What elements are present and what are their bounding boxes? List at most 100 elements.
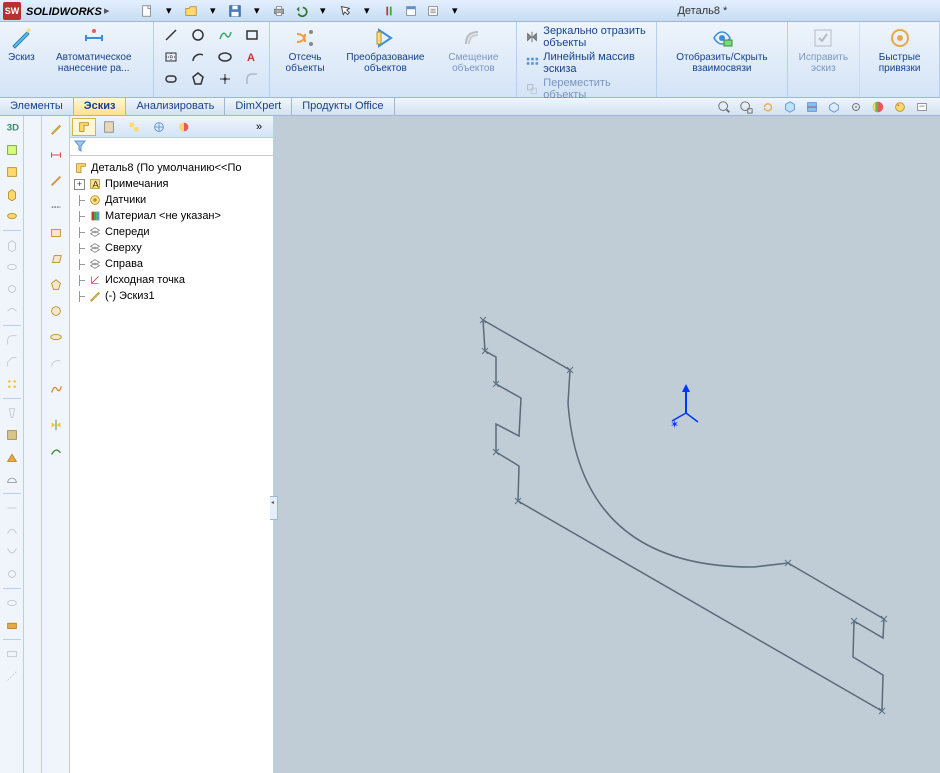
undo-dropdown[interactable]: ▾ [313, 2, 333, 20]
print-icon[interactable] [269, 2, 289, 20]
rotate-icon[interactable] [758, 99, 778, 115]
pattern-icon[interactable] [2, 374, 22, 394]
open-file-icon[interactable] [181, 2, 201, 20]
refgeom-icon[interactable] [2, 615, 22, 635]
draft-icon[interactable] [2, 403, 22, 423]
tab-analyze[interactable]: Анализировать [126, 98, 225, 115]
hide-show-icon[interactable] [846, 99, 866, 115]
tree-tab-property[interactable] [97, 118, 121, 136]
tree-origin[interactable]: Исходная точка [72, 272, 271, 288]
app-menu-dropdown[interactable]: ▸ [102, 0, 112, 22]
move-button[interactable]: Переместить объекты [521, 76, 652, 102]
view-cube-icon[interactable] [780, 99, 800, 115]
line-icon[interactable] [45, 170, 67, 192]
properties-dropdown[interactable]: ▾ [445, 2, 465, 20]
display-style-icon[interactable] [824, 99, 844, 115]
tree-plane-top[interactable]: Сверху [72, 240, 271, 256]
mirror-entities-icon[interactable] [45, 414, 67, 436]
filter-icon[interactable] [72, 138, 88, 154]
select-dropdown[interactable]: ▾ [357, 2, 377, 20]
zoom-area-icon[interactable] [736, 99, 756, 115]
rebuild-icon[interactable] [379, 2, 399, 20]
select-icon[interactable] [335, 2, 355, 20]
save-icon[interactable] [225, 2, 245, 20]
graphics-viewport[interactable]: ✶ [274, 116, 940, 773]
centerline-icon[interactable] [45, 196, 67, 218]
plane-icon[interactable] [2, 644, 22, 664]
open-dropdown[interactable]: ▾ [203, 2, 223, 20]
undo-icon[interactable] [291, 2, 311, 20]
new-dropdown[interactable]: ▾ [159, 2, 179, 20]
axis-icon[interactable] [2, 666, 22, 686]
show-hide-relations-button[interactable]: Отобразить/Скрыть взаимосвязи [661, 24, 782, 76]
dimension-icon[interactable] [45, 144, 67, 166]
tree-annotations[interactable]: + A Примечания [72, 176, 271, 192]
scene-icon[interactable] [868, 99, 888, 115]
tree-tab-feature[interactable] [72, 118, 96, 136]
ellipse-tool[interactable] [212, 46, 238, 68]
tree-plane-right[interactable]: Справа [72, 256, 271, 272]
convert-button[interactable]: Преобразование объектов [336, 24, 434, 76]
spline-tool[interactable] [212, 24, 238, 46]
arc-icon[interactable] [45, 352, 67, 374]
new-file-icon[interactable] [137, 2, 157, 20]
curve2-icon[interactable] [2, 520, 22, 540]
zoom-fit-icon[interactable] [714, 99, 734, 115]
tree-tabs-more[interactable]: » [247, 118, 271, 136]
tab-sketch[interactable]: Эскиз [74, 98, 127, 115]
tab-office[interactable]: Продукты Office [292, 98, 394, 115]
shell-icon[interactable] [2, 425, 22, 445]
ellipse-icon[interactable] [45, 326, 67, 348]
sketch-button[interactable]: Эскиз [4, 24, 39, 76]
sketch-pencil-icon[interactable] [45, 118, 67, 140]
point-tool[interactable] [212, 68, 238, 90]
dome-icon[interactable] [2, 469, 22, 489]
view-settings-icon[interactable] [912, 99, 932, 115]
tree-material[interactable]: Материал <не указан> [72, 208, 271, 224]
circle-icon[interactable] [45, 300, 67, 322]
options-icon[interactable] [401, 2, 421, 20]
fix-sketch-button[interactable]: Исправить эскиз [792, 24, 856, 76]
polygon-tool[interactable] [185, 68, 211, 90]
cut-extrude-icon[interactable] [2, 235, 22, 255]
wrap-icon[interactable] [2, 593, 22, 613]
rectangle-tool[interactable] [239, 24, 265, 46]
slot-tool[interactable] [158, 68, 184, 90]
fillet-tool[interactable] [239, 68, 265, 90]
curve4-icon[interactable] [2, 564, 22, 584]
linear-pattern-button[interactable]: Линейный массив эскиза [521, 50, 652, 76]
offset-button[interactable]: Смещение объектов [435, 24, 513, 76]
text-tool[interactable]: A [239, 46, 265, 68]
appearance-icon[interactable] [890, 99, 910, 115]
tree-root[interactable]: Деталь8 (По умолчанию<<По [72, 160, 271, 176]
trim-button[interactable]: Отсечь объекты [274, 24, 337, 76]
auto-dimension-button[interactable]: Автоматическое нанесение ра... [39, 24, 149, 76]
chamfer-icon[interactable] [2, 352, 22, 372]
tab-features[interactable]: Элементы [0, 98, 74, 115]
circle-tool[interactable] [185, 24, 211, 46]
swept-cut-icon[interactable] [2, 301, 22, 321]
save-dropdown[interactable]: ▾ [247, 2, 267, 20]
hole-icon[interactable] [2, 279, 22, 299]
tree-sketch1[interactable]: (-) Эскиз1 [72, 288, 271, 304]
spline-icon[interactable] [45, 378, 67, 400]
tree-tab-config[interactable] [122, 118, 146, 136]
quick-snaps-button[interactable]: Быстрые привязки [864, 24, 935, 76]
front-view-icon[interactable] [2, 140, 22, 160]
line-tool[interactable] [158, 24, 184, 46]
curve3-icon[interactable] [2, 542, 22, 562]
properties-icon[interactable] [423, 2, 443, 20]
isometric-icon[interactable]: 3D [2, 118, 22, 138]
tab-dimxpert[interactable]: DimXpert [225, 98, 292, 115]
centerrect-tool[interactable] [158, 46, 184, 68]
revolve-icon[interactable] [2, 206, 22, 226]
curve1-icon[interactable] [2, 498, 22, 518]
tree-sensors[interactable]: Датчики [72, 192, 271, 208]
parallelogram-icon[interactable] [45, 248, 67, 270]
section-icon[interactable] [802, 99, 822, 115]
cut-revolve-icon[interactable] [2, 257, 22, 277]
tree-plane-front[interactable]: Спереди [72, 224, 271, 240]
spline-edit-icon[interactable] [45, 440, 67, 462]
polygon-icon[interactable] [45, 274, 67, 296]
top-view-icon[interactable] [2, 162, 22, 182]
